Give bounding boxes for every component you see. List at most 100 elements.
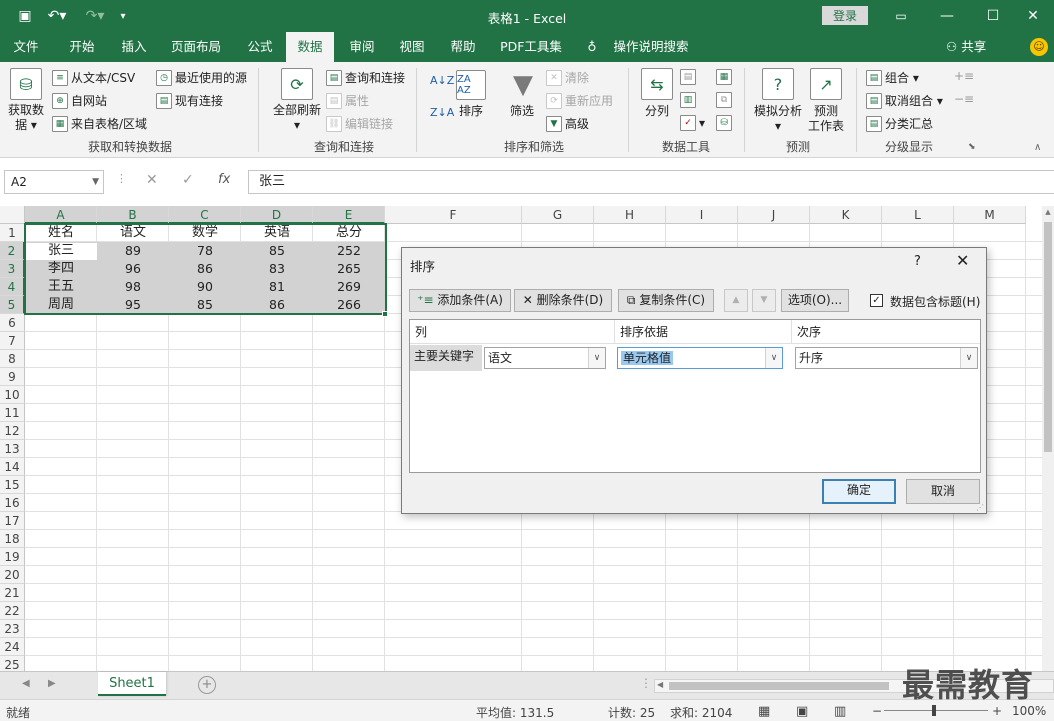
normal-view-icon[interactable]: ▦: [758, 704, 770, 719]
cell-e5[interactable]: 266: [313, 296, 385, 314]
chevron-down-icon[interactable]: ∨: [960, 348, 977, 368]
cell-b1[interactable]: 语文: [97, 224, 169, 242]
row-header-17[interactable]: 17: [0, 512, 25, 530]
column-header-g[interactable]: G: [522, 206, 594, 224]
add-sheet-icon[interactable]: +: [198, 676, 216, 694]
refresh-all-icon[interactable]: ⟳: [281, 68, 313, 100]
share-button[interactable]: ⚇ 共享: [946, 32, 986, 62]
feedback-smiley-icon[interactable]: ☺: [1030, 38, 1048, 56]
row-header-20[interactable]: 20: [0, 566, 25, 584]
text-to-columns-icon[interactable]: ⇆: [641, 68, 673, 100]
existing-connections-button[interactable]: ▤ 现有连接: [156, 92, 223, 109]
manage-data-model-icon[interactable]: ⛁: [716, 115, 735, 131]
tab-formulas[interactable]: 公式: [238, 32, 282, 62]
cell-b2[interactable]: 89: [97, 242, 169, 260]
recent-sources-button[interactable]: ◷ 最近使用的源: [156, 69, 247, 86]
row-header-19[interactable]: 19: [0, 548, 25, 566]
row-header-13[interactable]: 13: [0, 440, 25, 458]
order-select[interactable]: 升序 ∨: [795, 347, 978, 369]
column-header-l[interactable]: L: [882, 206, 954, 224]
cell-d2[interactable]: 85: [241, 242, 313, 260]
get-data-icon[interactable]: ⛁: [10, 68, 42, 100]
sort-button[interactable]: 排序: [452, 104, 490, 119]
close-icon[interactable]: ✕: [1010, 0, 1054, 32]
properties-button[interactable]: ▤ 属性: [326, 92, 369, 109]
queries-connections-button[interactable]: ▤ 查询和连接: [326, 69, 405, 86]
column-header-b[interactable]: B: [97, 206, 169, 224]
cell-e4[interactable]: 269: [313, 278, 385, 296]
cell-a2[interactable]: 张三: [25, 242, 97, 260]
from-text-csv-button[interactable]: ≡ 从文本/CSV: [52, 69, 135, 86]
page-break-view-icon[interactable]: ▥: [834, 704, 846, 719]
edit-links-button[interactable]: ⛓ 编辑链接: [326, 115, 393, 132]
row-header-2[interactable]: 2: [0, 242, 25, 260]
help-icon[interactable]: ?: [914, 254, 921, 269]
tab-data[interactable]: 数据: [286, 32, 334, 62]
cell-e2[interactable]: 252: [313, 242, 385, 260]
sheet-tab-sheet1[interactable]: Sheet1: [98, 672, 166, 696]
forecast-sheet-icon[interactable]: ↗: [810, 68, 842, 100]
sort-on-select[interactable]: 单元格值 ∨: [617, 347, 783, 369]
chevron-down-icon[interactable]: ∨: [765, 348, 782, 368]
show-detail-icon[interactable]: +≡: [954, 69, 974, 83]
tab-pdf-tools[interactable]: PDF工具集: [494, 32, 568, 62]
has-header-checkbox[interactable]: ✓: [870, 294, 883, 307]
cell-d1[interactable]: 英语: [241, 224, 313, 242]
column-header-k[interactable]: K: [810, 206, 882, 224]
cell-a5[interactable]: 周周: [25, 296, 97, 314]
row-header-11[interactable]: 11: [0, 404, 25, 422]
relationships-icon[interactable]: ⧉: [716, 92, 735, 108]
row-header-8[interactable]: 8: [0, 350, 25, 368]
next-sheet-icon[interactable]: ▶: [48, 678, 56, 689]
resize-grip-icon[interactable]: ⋰: [976, 503, 984, 512]
column-header-m[interactable]: M: [954, 206, 1026, 224]
cell-e1[interactable]: 总分: [313, 224, 385, 242]
tell-me-search[interactable]: 操作说明搜索: [606, 32, 696, 62]
text-to-columns-button[interactable]: 分列: [638, 104, 676, 119]
refresh-all-button[interactable]: 全部刷新 ▾: [268, 103, 326, 133]
zoom-out-icon[interactable]: −: [872, 704, 882, 718]
filter-button[interactable]: 筛选: [502, 104, 542, 119]
subtotal-button[interactable]: ▤ 分类汇总: [866, 115, 933, 132]
cell-e3[interactable]: 265: [313, 260, 385, 278]
tab-home[interactable]: 开始: [58, 32, 106, 62]
tab-page-layout[interactable]: 页面布局: [164, 32, 228, 62]
row-header-3[interactable]: 3: [0, 260, 25, 278]
zoom-slider-thumb[interactable]: [932, 705, 936, 716]
cell-c3[interactable]: 86: [169, 260, 241, 278]
column-header-c[interactable]: C: [169, 206, 241, 224]
row-header-1[interactable]: 1: [0, 224, 25, 242]
zoom-in-icon[interactable]: +: [992, 704, 1002, 718]
chevron-down-icon[interactable]: ∨: [588, 348, 605, 368]
move-down-icon[interactable]: ▼: [752, 289, 776, 312]
column-header-a[interactable]: A: [25, 206, 97, 224]
column-header-e[interactable]: E: [313, 206, 385, 224]
row-header-7[interactable]: 7: [0, 332, 25, 350]
ribbon-display-icon[interactable]: ▭: [878, 0, 924, 32]
dialog-close-icon[interactable]: ✕: [956, 251, 969, 270]
row-header-22[interactable]: 22: [0, 602, 25, 620]
cell-d5[interactable]: 86: [241, 296, 313, 314]
tab-insert[interactable]: 插入: [112, 32, 156, 62]
cell-c4[interactable]: 90: [169, 278, 241, 296]
cell-a4[interactable]: 王五: [25, 278, 97, 296]
scroll-left-icon[interactable]: ◀: [657, 680, 663, 689]
scroll-thumb[interactable]: [1044, 222, 1052, 452]
cell-b5[interactable]: 95: [97, 296, 169, 314]
row-header-6[interactable]: 6: [0, 314, 25, 332]
row-header-12[interactable]: 12: [0, 422, 25, 440]
minimize-icon[interactable]: —: [924, 0, 970, 32]
what-if-analysis-icon[interactable]: ?: [762, 68, 794, 100]
sort-za-icon[interactable]: Z↓A: [430, 106, 454, 119]
from-table-range-button[interactable]: ▦ 来自表格/区域: [52, 115, 147, 132]
advanced-filter-button[interactable]: ▼ 高级: [546, 115, 589, 132]
what-if-analysis-button[interactable]: 模拟分析 ▾: [748, 104, 808, 134]
from-web-button[interactable]: ⊕ 自网站: [52, 92, 107, 109]
dialog-launcher-icon[interactable]: ⬊: [968, 142, 976, 152]
zoom-slider[interactable]: [884, 710, 988, 711]
column-header-d[interactable]: D: [241, 206, 313, 224]
prev-sheet-icon[interactable]: ◀: [22, 678, 30, 689]
options-button[interactable]: 选项(O)...: [781, 289, 849, 312]
sort-icon[interactable]: ZA AZ: [456, 70, 486, 100]
row-header-24[interactable]: 24: [0, 638, 25, 656]
